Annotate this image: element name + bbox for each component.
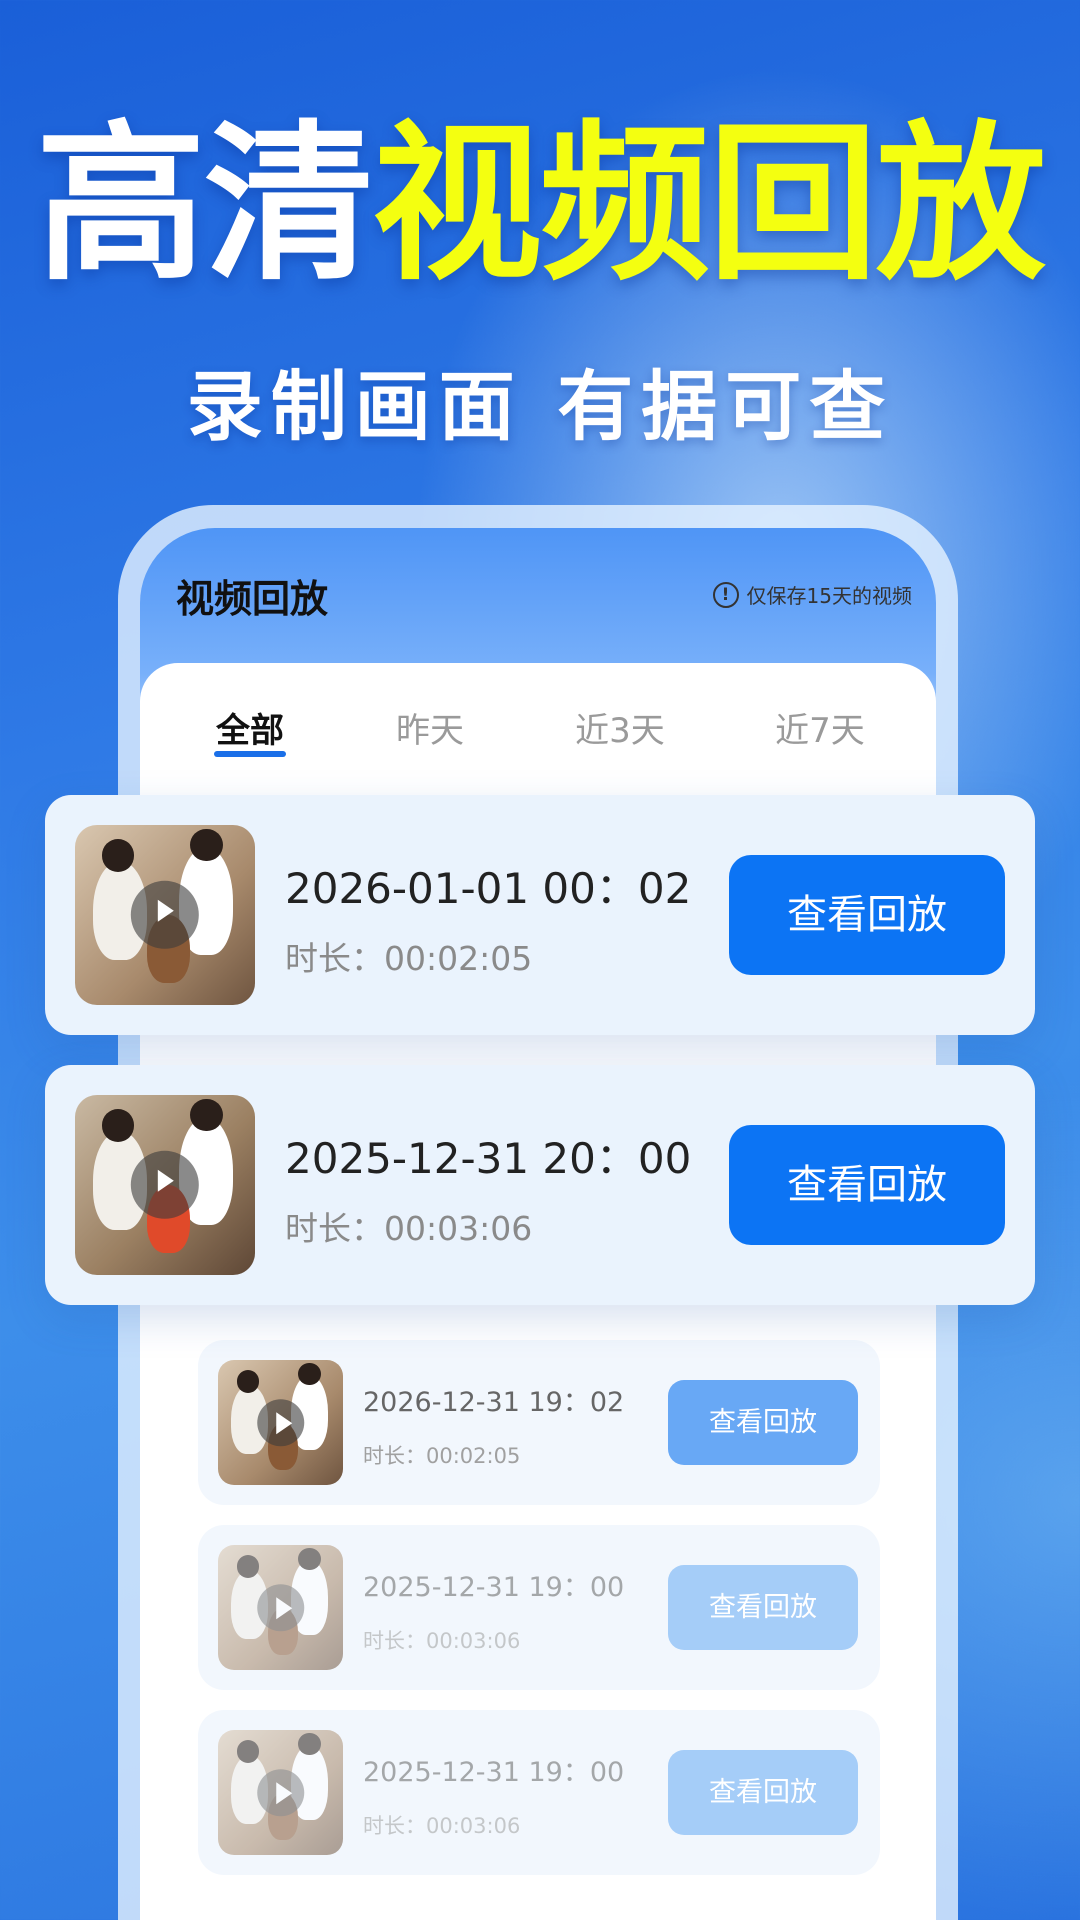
recording-duration: 时长：00:03:06 (363, 1629, 521, 1653)
view-playback-button[interactable]: 查看回放 (668, 1380, 858, 1465)
list-item[interactable]: 2025-12-31 19：00 时长：00:03:06 查看回放 (198, 1710, 880, 1875)
play-icon (256, 1768, 305, 1817)
video-thumbnail[interactable] (218, 1730, 343, 1855)
hero-title: 高清视频回放 (0, 105, 1080, 305)
tab-active-indicator (214, 751, 286, 757)
hero-subtitle: 录制画面 有据可查 (186, 362, 894, 451)
video-thumbnail[interactable] (218, 1360, 343, 1485)
info-icon: ! (712, 581, 739, 608)
view-playback-button[interactable]: 查看回放 (729, 1125, 1005, 1245)
list-item[interactable]: 2026-12-31 19：02 时长：00:02:05 查看回放 (198, 1340, 880, 1505)
filter-tabs: 全部 昨天 近3天 近7天 (140, 703, 936, 763)
tab-last-7-days[interactable]: 近7天 (775, 703, 865, 752)
recording-duration: 时长：00:03:06 (285, 1209, 533, 1248)
list-item[interactable]: 2025-12-31 20：00 时长：00:03:06 查看回放 (45, 1065, 1035, 1305)
recording-duration: 时长：00:02:05 (363, 1444, 521, 1468)
view-playback-button[interactable]: 查看回放 (729, 855, 1005, 975)
recording-duration: 时长：00:02:05 (285, 939, 533, 978)
tab-last-3-days[interactable]: 近3天 (575, 703, 665, 752)
play-icon (256, 1583, 305, 1632)
play-icon (256, 1398, 305, 1447)
video-thumbnail[interactable] (218, 1545, 343, 1670)
hero-title-highlight: 视频回放 (372, 106, 1046, 304)
recording-date: 2025-12-31 20：00 (285, 1134, 692, 1183)
recording-date: 2026-12-31 19：02 (363, 1387, 625, 1418)
video-thumbnail[interactable] (75, 825, 255, 1005)
list-item[interactable]: 2026-01-01 00：02 时长：00:02:05 查看回放 (45, 795, 1035, 1035)
view-playback-button[interactable]: 查看回放 (668, 1750, 858, 1835)
video-thumbnail[interactable] (75, 1095, 255, 1275)
list-item[interactable]: 2025-12-31 19：00 时长：00:03:06 查看回放 (198, 1525, 880, 1690)
tab-all[interactable]: 全部 (216, 703, 284, 752)
screen-title: 视频回放 (176, 577, 329, 621)
recording-date: 2025-12-31 19：00 (363, 1757, 625, 1788)
recording-date: 2026-01-01 00：02 (285, 864, 692, 913)
retention-note: ! 仅保存15天的视频 (712, 580, 912, 609)
recording-date: 2025-12-31 19：00 (363, 1572, 625, 1603)
recording-duration: 时长：00:03:06 (363, 1814, 521, 1838)
retention-note-text: 仅保存15天的视频 (746, 584, 912, 608)
tab-yesterday[interactable]: 昨天 (396, 703, 464, 752)
hero-title-white: 高清 (35, 106, 374, 304)
view-playback-button[interactable]: 查看回放 (668, 1565, 858, 1650)
